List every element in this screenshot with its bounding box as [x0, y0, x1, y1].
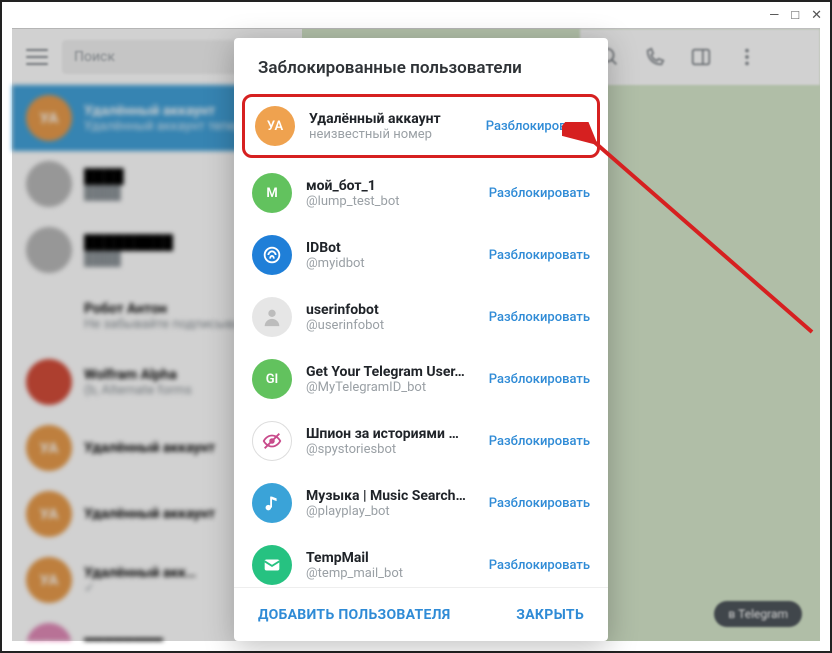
avatar: GI — [252, 359, 292, 399]
avatar — [252, 421, 292, 461]
blocked-user-name: Музыка | Music Search… — [306, 488, 475, 504]
unblock-button[interactable]: Разблокировать — [489, 186, 590, 201]
blocked-user-name: userinfobot — [306, 302, 475, 318]
unblock-button[interactable]: Разблокировать — [489, 248, 590, 263]
blocked-user-name: Удалённый аккаунт — [309, 111, 472, 127]
close-button[interactable]: ЗАКРЫТЬ — [516, 607, 584, 623]
avatar: М — [252, 173, 292, 213]
window-close-icon[interactable]: ✕ — [811, 9, 822, 22]
blocked-user-handle: @temp_mail_bot — [306, 566, 475, 581]
blocked-user-row[interactable]: TempMail@temp_mail_bot Разблокировать — [234, 534, 608, 587]
add-user-button[interactable]: ДОБАВИТЬ ПОЛЬЗОВАТЕЛЯ — [258, 607, 450, 623]
window-maximize-icon[interactable]: □ — [791, 9, 799, 22]
blocked-user-row[interactable]: Ммой_бот_1@lump_test_bot Разблокировать — [234, 162, 608, 224]
blocked-user-name: IDBot — [306, 240, 475, 256]
blocked-user-name: TempMail — [306, 550, 475, 566]
avatar: УА — [255, 106, 295, 146]
avatar — [252, 483, 292, 523]
blocked-user-handle: @lump_test_bot — [306, 194, 475, 209]
blocked-user-name: Get Your Telegram User… — [306, 364, 475, 380]
avatar — [252, 297, 292, 337]
window-minimize-icon[interactable]: — — [769, 9, 779, 22]
blocked-user-handle: @myidbot — [306, 256, 475, 271]
blocked-user-handle: @playplay_bot — [306, 504, 475, 519]
blocked-user-handle: @MyTelegramID_bot — [306, 380, 475, 395]
unblock-button[interactable]: Разблокировать — [489, 434, 590, 449]
blocked-user-row[interactable]: Шпион за историями …@spystoriesbot Разбло… — [234, 410, 608, 472]
blocked-user-handle: неизвестный номер — [309, 127, 472, 142]
blocked-user-row[interactable]: userinfobot@userinfobot Разблокировать — [234, 286, 608, 348]
avatar — [252, 545, 292, 585]
blocked-user-row[interactable]: IDBot@myidbot Разблокировать — [234, 224, 608, 286]
blocked-user-row[interactable]: Музыка | Music Search…@playplay_bot Разбл… — [234, 472, 608, 534]
avatar — [252, 235, 292, 275]
unblock-button[interactable]: Разблокировать — [489, 496, 590, 511]
unblock-button[interactable]: Разблокировать — [489, 310, 590, 325]
blocked-user-row[interactable]: УА Удалённый аккаунтнеизвестный номер Разб… — [242, 94, 600, 158]
blocked-user-name: мой_бот_1 — [306, 178, 475, 194]
blocked-user-handle: @userinfobot — [306, 318, 475, 333]
unblock-button[interactable]: Разблокировать — [489, 372, 590, 387]
modal-title: Заблокированные пользователи — [234, 38, 608, 92]
blocked-user-handle: @spystoriesbot — [306, 442, 475, 457]
blocked-user-row[interactable]: GI Get Your Telegram User…@MyTelegramID_b… — [234, 348, 608, 410]
blocked-user-name: Шпион за историями … — [306, 426, 475, 442]
unblock-button[interactable]: Разблокировать — [486, 119, 587, 134]
unblock-button[interactable]: Разблокировать — [489, 558, 590, 573]
blocked-users-modal: Заблокированные пользователи УА Удалённый… — [234, 38, 608, 641]
